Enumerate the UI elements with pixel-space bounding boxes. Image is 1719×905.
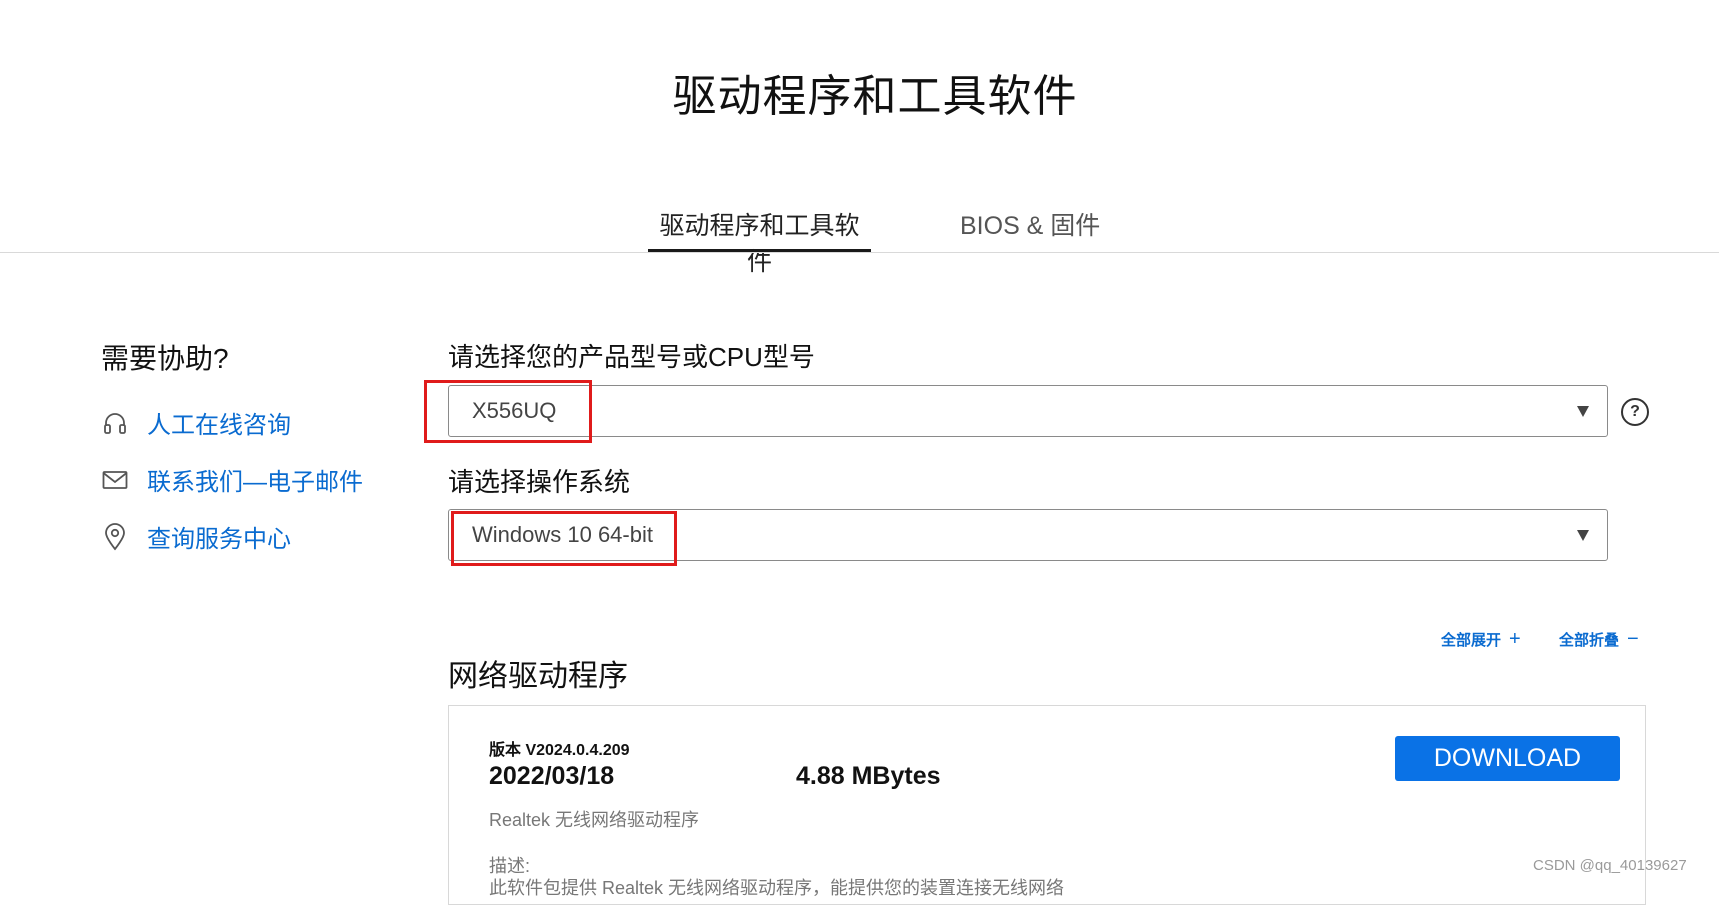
service-center-link[interactable]: 查询服务中心 — [147, 519, 291, 554]
expand-all-label: 全部展开 — [1441, 632, 1502, 649]
collapse-all-button[interactable]: 全部折叠 − — [1559, 628, 1639, 651]
minus-icon: − — [1627, 628, 1639, 650]
os-select-label: 请选择操作系统 — [448, 467, 631, 497]
email-link[interactable]: 联系我们—电子邮件 — [147, 462, 363, 497]
help-item-email[interactable]: 联系我们—电子邮件 — [101, 462, 363, 497]
mail-icon — [101, 466, 129, 494]
help-item-service-center[interactable]: 查询服务中心 — [101, 519, 291, 554]
headset-icon — [101, 409, 129, 437]
product-select[interactable]: X556UQ — [448, 385, 1608, 437]
location-pin-icon — [101, 522, 129, 551]
dropdown-caret-icon — [1577, 405, 1589, 417]
active-tab-indicator — [648, 249, 871, 252]
watermark: CSDN @qq_40139627 — [1533, 857, 1687, 874]
download-button[interactable]: DOWNLOAD — [1395, 736, 1620, 781]
expand-all-button[interactable]: 全部展开 + — [1441, 628, 1521, 651]
tab-drivers-tools[interactable]: 驱动程序和工具软件 — [648, 206, 871, 278]
tabs-divider — [0, 252, 1719, 253]
driver-version: 版本 V2024.0.4.209 — [489, 742, 630, 759]
collapse-all-label: 全部折叠 — [1559, 632, 1620, 649]
tab-bios-firmware[interactable]: BIOS & 固件 — [960, 206, 1100, 242]
question-circle-icon[interactable]: ? — [1621, 398, 1649, 426]
product-select-label: 请选择您的产品型号或CPU型号 — [448, 342, 815, 372]
page-title: 驱动程序和工具软件 — [672, 72, 1078, 121]
driver-date: 2022/03/18 — [489, 762, 615, 790]
plus-icon: + — [1509, 628, 1521, 650]
product-select-value: X556UQ — [472, 398, 557, 423]
driver-name: Realtek 无线网络驱动程序 — [489, 810, 700, 830]
help-title: 需要协助? — [101, 343, 229, 374]
online-chat-link[interactable]: 人工在线咨询 — [147, 405, 291, 440]
highlight-box-os — [451, 511, 677, 566]
section-title: 网络驱动程序 — [448, 660, 628, 693]
driver-description: 此软件包提供 Realtek 无线网络驱动程序，能提供您的装置连接无线网络 — [489, 878, 1065, 898]
highlight-box-product — [424, 380, 592, 443]
dropdown-caret-icon — [1577, 529, 1589, 541]
driver-size: 4.88 MBytes — [796, 762, 941, 790]
help-item-online-chat[interactable]: 人工在线咨询 — [101, 405, 291, 440]
